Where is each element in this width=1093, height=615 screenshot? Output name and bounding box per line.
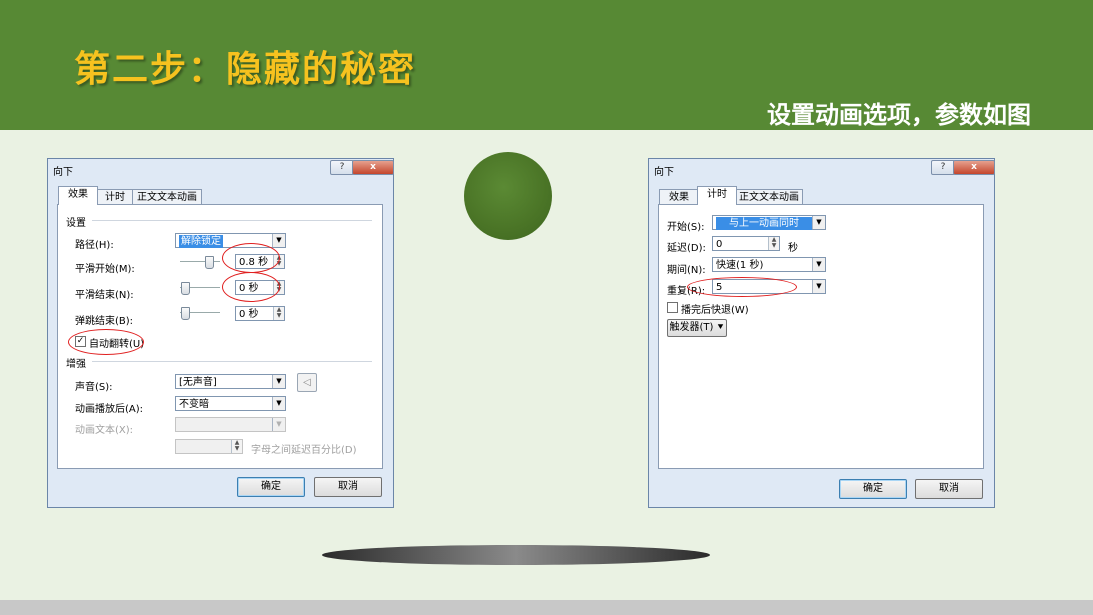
cancel-button[interactable]: 取消 xyxy=(314,477,382,497)
chevron-down-icon[interactable]: ▼ xyxy=(812,280,825,293)
close-button[interactable]: x xyxy=(953,160,995,175)
annotation-circle xyxy=(687,277,797,297)
bounce-end-input[interactable]: 0 秒 ▲ ▼ xyxy=(235,306,285,321)
path-value: 解除锁定 xyxy=(179,235,223,248)
spinner-arrows-icon[interactable]: ▲ ▼ xyxy=(768,237,779,250)
delay-value: 0 xyxy=(716,239,723,250)
slide-subtitle: 设置动画选项，参数如图 xyxy=(767,101,1031,129)
delay-input[interactable]: 0 ▲ ▼ xyxy=(712,236,780,251)
slide-footer-band xyxy=(0,600,1093,615)
chevron-down-icon[interactable]: ▼ xyxy=(812,258,825,271)
period-select[interactable]: 快速(1 秒) ▼ xyxy=(712,257,826,272)
chevron-down-icon[interactable]: ▼ xyxy=(272,375,285,388)
rewind-label[interactable]: 播完后快退(W) xyxy=(681,301,749,316)
slide-title: 第二步：隐藏的秘密 xyxy=(74,49,417,90)
divider xyxy=(92,361,372,362)
speaker-icon[interactable]: ◁ xyxy=(297,373,317,392)
spinner-arrows-icon[interactable]: ▲ ▼ xyxy=(231,440,242,453)
rewind-checkbox[interactable] xyxy=(667,302,678,313)
enhance-section-header: 增强 xyxy=(66,359,86,370)
period-value: 快速(1 秒) xyxy=(716,260,764,271)
trigger-button[interactable]: 触发器(T) ⯆ xyxy=(667,319,727,337)
bounce-end-slider[interactable] xyxy=(180,306,220,320)
start-value: 与上一动画同时 xyxy=(716,217,812,230)
animate-text-select[interactable]: ▼ xyxy=(175,417,286,432)
slider-thumb[interactable] xyxy=(181,282,190,295)
effect-options-dialog: 向下 ? x 效果 计时 正文文本动画 设置 路径(H): 解除锁定 ▼ 平滑开… xyxy=(47,158,394,508)
after-animation-label: 动画播放后(A): xyxy=(75,404,144,415)
slider-thumb[interactable] xyxy=(205,256,214,269)
help-button[interactable]: ? xyxy=(330,160,354,175)
bounce-end-label: 弹跳结束(B): xyxy=(75,316,134,327)
smooth-end-label: 平滑结束(N): xyxy=(75,290,134,301)
timing-options-dialog: 向下 ? x 效果 计时 正文文本动画 开始(S): 与上一动画同时 ▼ 延迟(… xyxy=(648,158,995,508)
after-animation-select[interactable]: 不变暗 ▼ xyxy=(175,396,286,411)
smooth-start-label: 平滑开始(M): xyxy=(75,264,135,275)
close-button[interactable]: x xyxy=(352,160,394,175)
chevron-down-icon[interactable]: ▼ xyxy=(272,397,285,410)
delay-label: 延迟(D): xyxy=(667,243,706,254)
start-label: 开始(S): xyxy=(667,222,705,233)
ok-button[interactable]: 确定 xyxy=(237,477,305,497)
decorative-shadow xyxy=(322,545,710,565)
annotation-circle xyxy=(222,243,280,273)
smooth-end-slider[interactable] xyxy=(180,281,220,295)
after-animation-value: 不变暗 xyxy=(179,399,209,410)
sound-value: [无声音] xyxy=(179,377,217,388)
slider-thumb[interactable] xyxy=(181,307,190,320)
sound-label: 声音(S): xyxy=(75,382,113,393)
letter-delay-input[interactable]: ▲ ▼ xyxy=(175,439,243,454)
path-label: 路径(H): xyxy=(75,240,114,251)
decorative-circle xyxy=(464,152,552,240)
annotation-circle xyxy=(222,272,280,302)
chevron-down-icon[interactable]: ▼ xyxy=(812,216,825,229)
annotation-circle xyxy=(68,329,144,355)
sound-select[interactable]: [无声音] ▼ xyxy=(175,374,286,389)
chevron-down-icon[interactable]: ▼ xyxy=(272,418,285,431)
cancel-button[interactable]: 取消 xyxy=(915,479,983,499)
slider-track xyxy=(180,261,220,262)
delay-unit: 秒 xyxy=(788,243,798,254)
dialog-title: 向下 xyxy=(654,167,674,178)
dialog-title: 向下 xyxy=(53,167,73,178)
period-label: 期间(N): xyxy=(667,265,706,276)
spinner-arrows-icon[interactable]: ▲ ▼ xyxy=(273,307,284,320)
animate-text-label: 动画文本(X): xyxy=(75,425,134,436)
bounce-end-value: 0 秒 xyxy=(239,309,259,320)
start-select[interactable]: 与上一动画同时 ▼ xyxy=(712,215,826,230)
settings-section-header: 设置 xyxy=(66,218,86,229)
divider xyxy=(92,220,372,221)
help-button[interactable]: ? xyxy=(931,160,955,175)
letter-delay-label: 字母之间延迟百分比(D) xyxy=(251,445,357,456)
smooth-start-slider[interactable] xyxy=(180,255,220,269)
tab-timing[interactable]: 计时 xyxy=(697,186,737,205)
chevron-down-icon[interactable]: ▼ xyxy=(272,234,285,247)
tab-effect[interactable]: 效果 xyxy=(58,186,98,205)
ok-button[interactable]: 确定 xyxy=(839,479,907,499)
